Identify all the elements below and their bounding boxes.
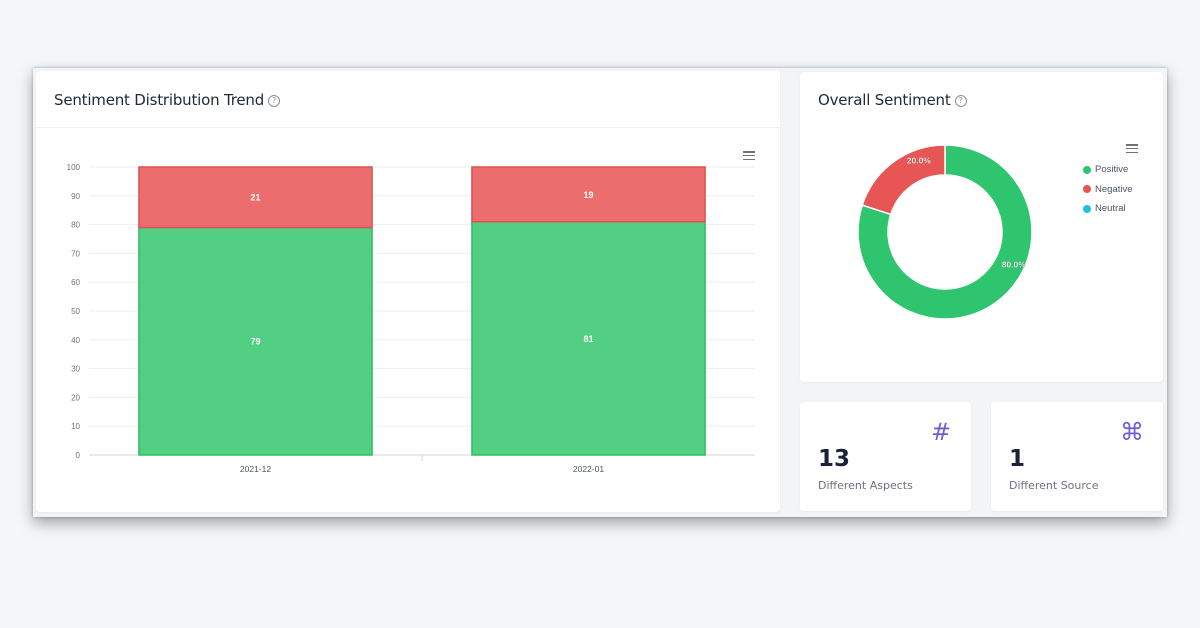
aspects-label: Different Aspects: [818, 479, 913, 492]
legend-item-negative[interactable]: Negative: [1083, 180, 1133, 200]
stat-card-aspects: # 13 Different Aspects: [800, 402, 971, 511]
donut-menu-icon[interactable]: [1126, 144, 1138, 154]
aspects-count: 13: [818, 446, 851, 472]
card-header-divider: [36, 127, 780, 128]
command-icon: ⌘: [1120, 418, 1144, 446]
help-icon[interactable]: ?: [268, 95, 281, 107]
stat-card-source: ⌘ 1 Different Source: [991, 402, 1163, 511]
legend-marker: [1083, 185, 1091, 194]
legend-label: Negative: [1095, 183, 1133, 195]
hash-icon: #: [931, 418, 952, 446]
chart-menu-icon[interactable]: [743, 151, 755, 161]
legend-item-neutral[interactable]: Neutral: [1083, 199, 1133, 219]
legend-marker: [1083, 204, 1091, 213]
overall-card-title: Overall Sentiment?: [818, 91, 967, 109]
legend-item-positive[interactable]: Positive: [1083, 160, 1133, 180]
source-label: Different Source: [1009, 479, 1099, 492]
legend-label: Positive: [1095, 164, 1129, 176]
help-icon[interactable]: ?: [954, 95, 967, 107]
trend-title-text: Sentiment Distribution Trend: [54, 91, 265, 109]
overall-card: Overall Sentiment?: [800, 72, 1163, 382]
trend-card: Sentiment Distribution Trend?: [36, 71, 780, 512]
donut-legend: Positive Negative Neutral: [1083, 160, 1133, 219]
legend-marker: [1083, 165, 1091, 174]
legend-label: Neutral: [1095, 203, 1126, 215]
overall-title-text: Overall Sentiment: [818, 91, 951, 109]
source-count: 1: [1009, 446, 1026, 472]
trend-card-title: Sentiment Distribution Trend?: [54, 91, 281, 109]
